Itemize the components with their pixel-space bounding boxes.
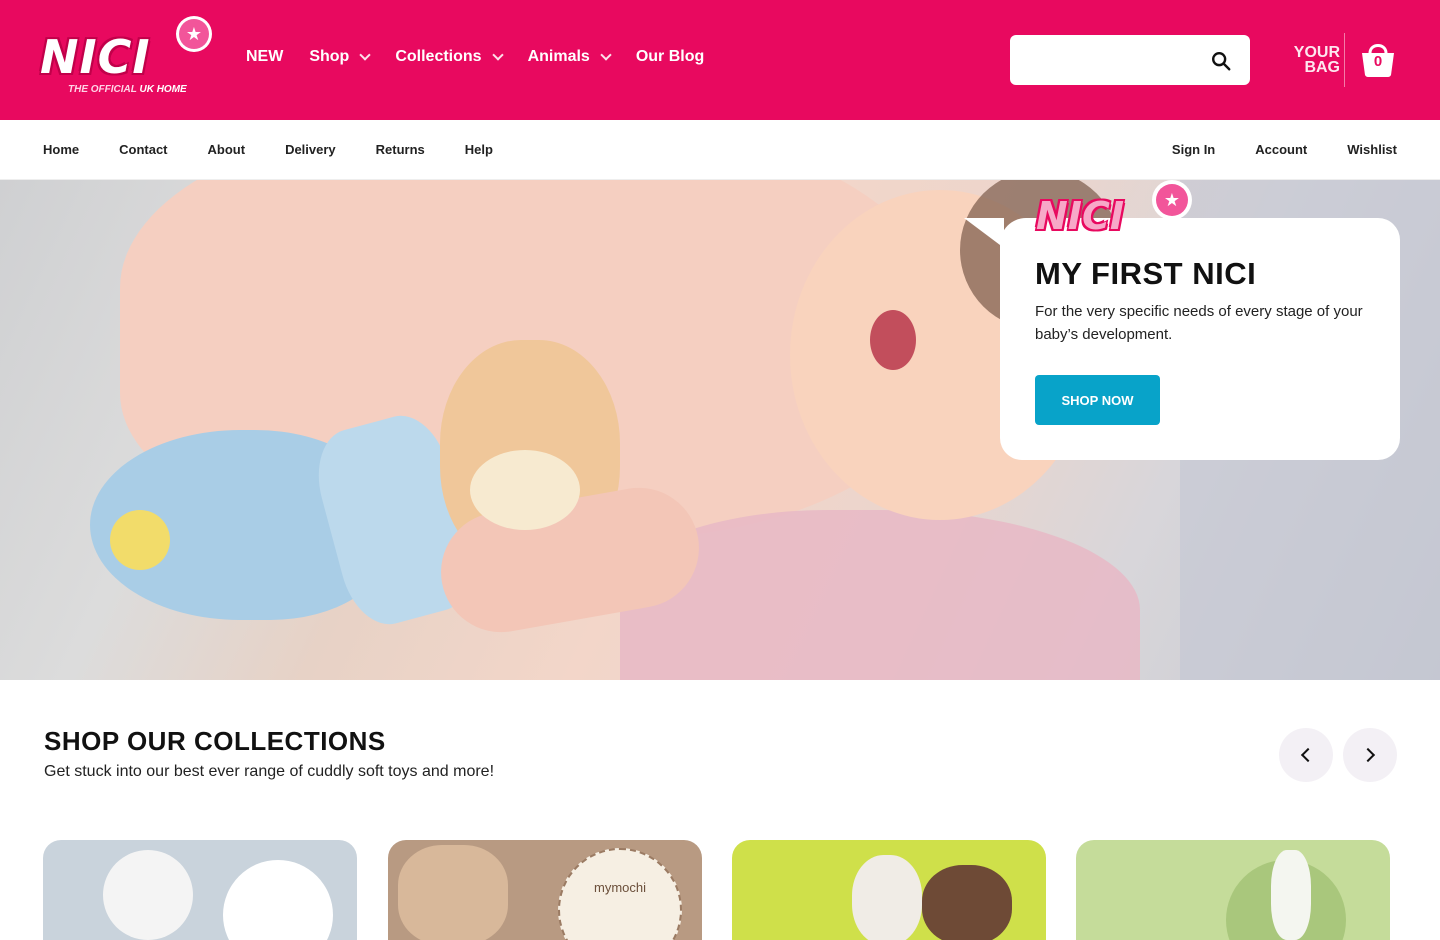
subnav-returns[interactable]: Returns	[376, 142, 425, 157]
mymochi-badge: mymochi	[558, 848, 682, 940]
chevron-down-icon	[600, 49, 612, 61]
site-header: NICI ★ THE OFFICIAL UK HOME NEW Shop Col…	[0, 0, 1440, 120]
subnav-about[interactable]: About	[208, 142, 246, 157]
collection-card[interactable]	[43, 840, 357, 940]
star-icon: ★	[1152, 180, 1192, 220]
basket-count: 0	[1373, 53, 1383, 70]
main-nav: NEW Shop Collections Animals Our Blog	[246, 48, 730, 66]
logo-tagline: THE OFFICIAL UK HOME	[68, 84, 187, 95]
collections-subtitle: Get stuck into our best ever range of cu…	[44, 763, 495, 780]
chevron-left-icon	[1300, 747, 1316, 763]
search-box	[1010, 35, 1250, 85]
subnav-wishlist[interactable]: Wishlist	[1347, 142, 1397, 157]
your-bag-label[interactable]: YOUR BAG	[1270, 45, 1340, 76]
logo-wordmark: NICI	[40, 30, 151, 84]
collection-card[interactable]	[1076, 840, 1390, 940]
carousel-prev-button[interactable]	[1279, 728, 1333, 782]
nav-item-our-blog[interactable]: Our Blog	[636, 48, 704, 66]
nici-logo[interactable]: NICI ★ THE OFFICIAL UK HOME	[40, 16, 215, 100]
chevron-down-icon	[491, 49, 504, 61]
collection-card[interactable]: mymochi	[388, 840, 702, 940]
nav-item-new[interactable]: NEW	[246, 48, 283, 66]
hero-card-logo: NICI ★	[1036, 180, 1196, 244]
collection-card[interactable]	[732, 840, 1046, 940]
collections-title: SHOP OUR COLLECTIONS	[44, 726, 386, 756]
basket-button[interactable]: 0	[1360, 40, 1396, 78]
hero-title: MY FIRST NICI	[1035, 256, 1257, 291]
nav-item-collections[interactable]: Collections	[395, 48, 504, 66]
subnav-home[interactable]: Home	[43, 142, 79, 157]
search-input[interactable]	[1024, 47, 1204, 73]
nav-item-shop[interactable]: Shop	[309, 48, 371, 66]
chevron-right-icon	[1360, 747, 1376, 763]
subnav-delivery[interactable]: Delivery	[285, 142, 336, 157]
star-icon: ★	[176, 16, 212, 52]
hero-logo-wordmark: NICI	[1036, 194, 1124, 238]
carousel-next-button[interactable]	[1343, 728, 1397, 782]
nav-item-animals[interactable]: Animals	[528, 48, 612, 66]
hero-description: For the very specific needs of every sta…	[1035, 303, 1363, 343]
header-divider	[1344, 33, 1345, 87]
subnav-account[interactable]: Account	[1255, 142, 1307, 157]
shop-now-button[interactable]: SHOP NOW	[1035, 375, 1160, 425]
subnav-help[interactable]: Help	[465, 142, 493, 157]
search-icon[interactable]	[1210, 50, 1232, 72]
subnav-contact[interactable]: Contact	[119, 142, 167, 157]
subnav-sign-in[interactable]: Sign In	[1172, 142, 1215, 157]
chevron-down-icon	[359, 49, 371, 61]
secondary-nav: Home Contact About Delivery Returns Help…	[0, 120, 1440, 180]
